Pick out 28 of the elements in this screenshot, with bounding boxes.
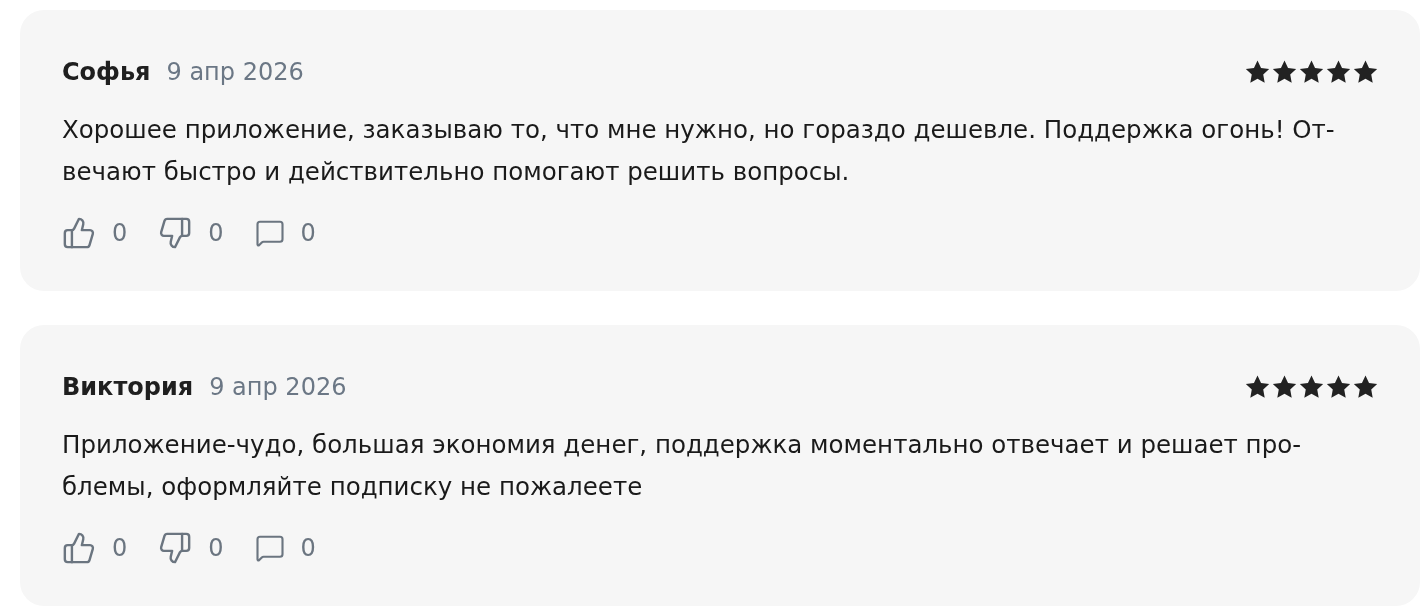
like-button[interactable]: 0	[62, 216, 128, 250]
star-icon	[1353, 60, 1378, 84]
star-icon	[1245, 375, 1270, 399]
like-button[interactable]: 0	[62, 531, 128, 565]
thumbs-down-icon	[158, 216, 193, 250]
reviewer-name: Софья	[62, 57, 151, 88]
star-icon	[1272, 375, 1297, 399]
star-icon	[1299, 375, 1324, 399]
speech-bubble-icon	[254, 533, 285, 563]
review-text: Хорошее приложение, заказываю то, что мне нужно, но гораздо дешевле. Поддержка огонь! От- вечают быстро и действительно помогают решить вопросы.	[62, 114, 1336, 188]
thumbs-down-icon	[158, 531, 193, 565]
reviewer-name: Виктория	[62, 372, 194, 403]
star-icon	[1326, 375, 1351, 399]
star-icon	[1272, 60, 1297, 84]
comment-button[interactable]: 0	[254, 216, 316, 250]
dislike-button[interactable]: 0	[158, 216, 224, 250]
review-date: 9 апр 2026	[166, 57, 304, 88]
star-icon	[1326, 60, 1351, 84]
review-date: 9 апр 2026	[209, 372, 347, 403]
star-icon	[1245, 60, 1270, 84]
comment-button[interactable]: 0	[254, 531, 316, 565]
thumbs-up-icon	[62, 216, 96, 250]
thumbs-up-icon	[62, 531, 96, 565]
star-icon	[1299, 60, 1324, 84]
speech-bubble-icon	[254, 218, 285, 248]
review-text: Приложение-чудо, большая экономия денег, поддержка моментально отвечает и решает про- блемы, оформляйте подписку не пожалеете	[62, 429, 1302, 503]
dislike-button[interactable]: 0	[158, 531, 224, 565]
star-icon	[1353, 375, 1378, 399]
